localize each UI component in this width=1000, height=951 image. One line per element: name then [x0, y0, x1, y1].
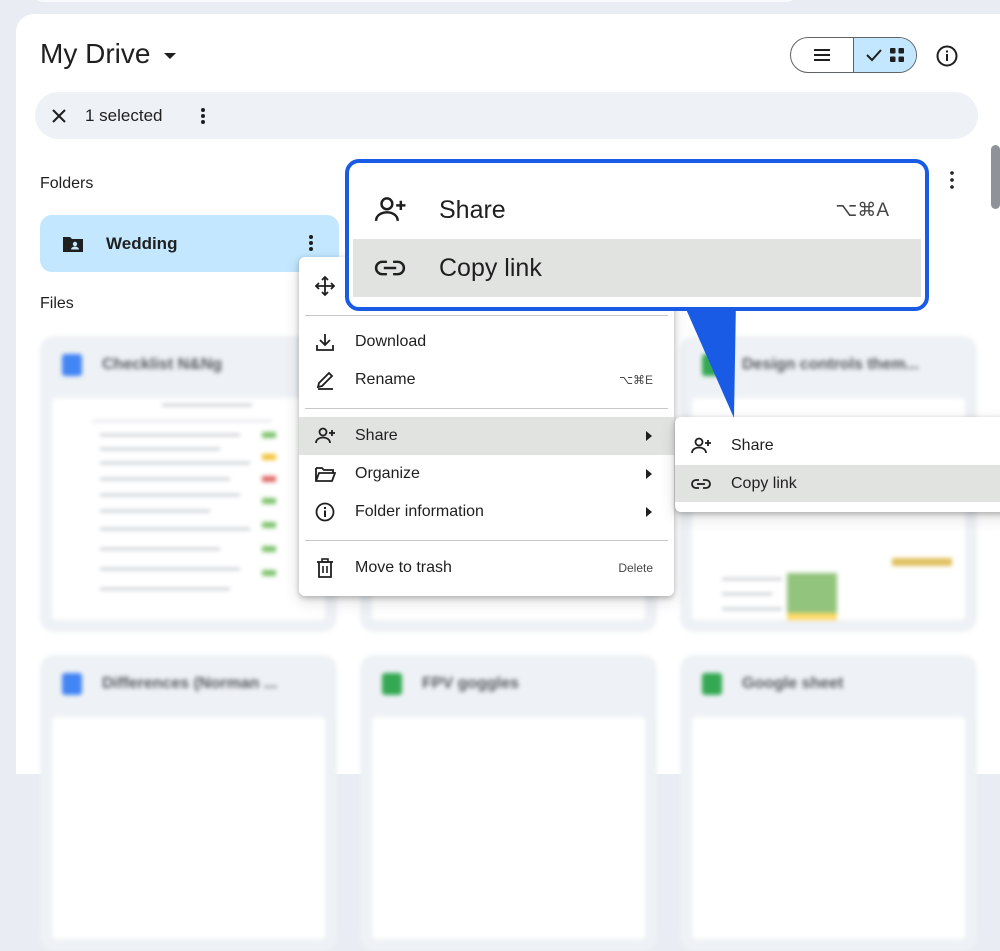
file-thumbnail — [692, 717, 965, 939]
sheet-icon — [702, 354, 722, 376]
close-icon[interactable] — [49, 106, 69, 126]
menu-item-label: Rename — [355, 371, 416, 388]
list-view-button[interactable] — [791, 38, 853, 72]
file-card[interactable]: FPV goggles — [360, 655, 657, 951]
file-card[interactable]: Differences (Norman ... — [40, 655, 337, 951]
check-icon — [866, 49, 882, 62]
callout-item-shortcut: ⌥⌘A — [835, 199, 889, 221]
pencil-icon — [316, 371, 334, 390]
page-title-text: My Drive — [40, 38, 151, 69]
menu-item-download[interactable]: Download — [299, 323, 674, 361]
file-thumbnail — [372, 717, 645, 939]
sheet-icon — [382, 673, 402, 695]
submenu-item-share[interactable]: Share — [675, 427, 1000, 464]
menu-item-label: Folder information — [355, 503, 484, 520]
file-card[interactable]: Checklist N&Ng — [40, 336, 337, 632]
callout-item-share[interactable]: Share ⌥⌘A — [353, 181, 921, 239]
chevron-right-icon — [646, 507, 652, 517]
callout-item-copy-link[interactable]: Copy link — [353, 239, 921, 297]
folder-open-icon — [315, 467, 336, 482]
doc-icon — [62, 354, 82, 376]
more-vert-icon[interactable] — [950, 171, 954, 189]
menu-item-rename[interactable]: Rename ⌥⌘E — [299, 361, 674, 399]
sheet-icon — [702, 673, 722, 695]
info-icon — [315, 502, 335, 522]
shared-folder-icon — [63, 236, 83, 252]
grid-view-button[interactable] — [853, 38, 916, 72]
view-toggle — [790, 37, 917, 73]
doc-icon — [62, 673, 82, 695]
file-name: Differences (Norman ... — [102, 675, 278, 692]
submenu-item-label: Copy link — [731, 474, 797, 492]
more-vert-icon[interactable] — [301, 233, 321, 253]
person-add-icon — [374, 197, 406, 221]
person-add-icon — [315, 427, 335, 444]
chevron-down-icon — [164, 53, 177, 59]
menu-item-shortcut: ⌥⌘E — [619, 373, 653, 387]
selection-bar: 1 selected — [35, 92, 978, 139]
info-icon[interactable] — [935, 44, 959, 68]
menu-item-share[interactable]: Share — [299, 417, 674, 455]
trash-icon — [317, 558, 333, 578]
file-name: Checklist N&Ng — [102, 356, 223, 373]
file-name: Google sheet — [742, 675, 844, 692]
list-icon — [814, 49, 830, 61]
menu-item-shortcut: Delete — [618, 561, 653, 575]
menu-item-organize[interactable]: Organize — [299, 455, 674, 493]
folder-name: Wedding — [106, 233, 178, 253]
menu-item-label: Move to trash — [355, 559, 452, 576]
folder-tile[interactable]: Wedding — [40, 215, 339, 272]
file-thumbnail — [52, 398, 325, 620]
submenu-item-copy-link[interactable]: Copy link — [675, 465, 1000, 502]
menu-item-label: Organize — [355, 465, 420, 482]
menu-item-label: Download — [355, 333, 427, 350]
share-submenu: Share Copy link — [675, 417, 1000, 512]
person-add-icon — [691, 437, 711, 453]
file-name: FPV goggles — [422, 675, 519, 692]
folders-heading: Folders — [40, 175, 94, 192]
selected-count: 1 selected — [85, 105, 163, 125]
link-icon — [374, 260, 406, 276]
zoom-callout: Share ⌥⌘A Copy link — [345, 159, 929, 311]
menu-item-label: Share — [355, 427, 398, 444]
grid-icon — [890, 48, 904, 62]
scrollbar[interactable] — [991, 145, 1000, 209]
menu-item-folder-information[interactable]: Folder information — [299, 493, 674, 531]
link-icon — [691, 478, 711, 489]
chevron-right-icon — [646, 469, 652, 479]
download-icon — [316, 334, 334, 351]
page-title[interactable]: My Drive — [40, 38, 177, 70]
callout-item-label: Copy link — [439, 253, 542, 282]
menu-item-move-to-trash[interactable]: Move to trash Delete — [299, 549, 674, 587]
top-search-bar-edge — [30, 0, 800, 2]
file-thumbnail — [52, 717, 325, 939]
move-icon — [314, 275, 336, 297]
files-heading: Files — [40, 295, 74, 312]
submenu-item-label: Share — [731, 436, 774, 454]
more-vert-icon[interactable] — [193, 106, 213, 126]
chevron-right-icon — [646, 431, 652, 441]
file-card[interactable]: Google sheet — [680, 655, 977, 951]
file-name: Design controls them... — [742, 356, 919, 373]
callout-item-label: Share — [439, 195, 506, 224]
